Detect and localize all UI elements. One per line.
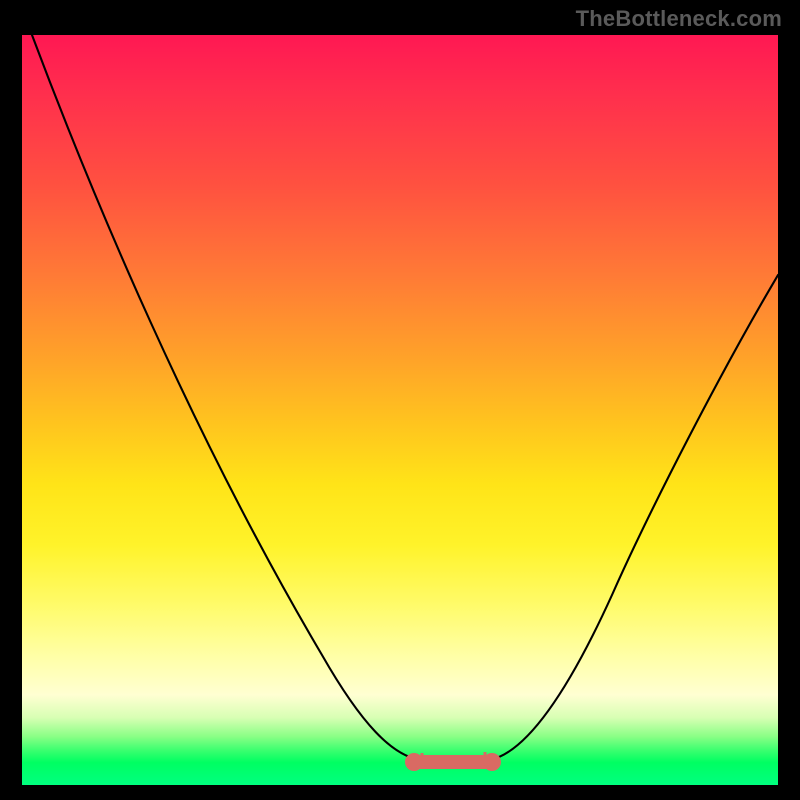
chart-stage: TheBottleneck.com: [0, 0, 800, 800]
watermark-text: TheBottleneck.com: [576, 6, 782, 32]
flat-zone-left-cap: [405, 753, 423, 771]
bottleneck-curve: [32, 35, 778, 760]
curve-svg: [22, 35, 778, 785]
plot-area: [22, 35, 778, 785]
